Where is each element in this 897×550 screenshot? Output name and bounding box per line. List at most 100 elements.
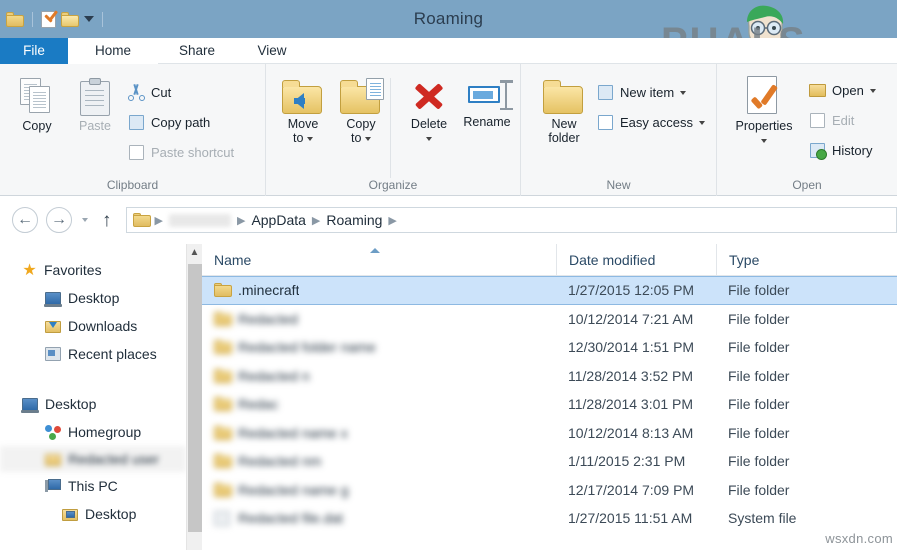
file-name-cell: Redacted nm — [202, 453, 556, 469]
folder-icon — [214, 340, 232, 355]
properties-icon[interactable] — [41, 9, 59, 28]
tab-view[interactable]: View — [236, 38, 308, 64]
table-row[interactable]: Redacted 10/12/2014 7:21 AM File folder — [202, 305, 897, 334]
history-button[interactable]: History — [809, 142, 872, 160]
folder-icon — [214, 283, 232, 298]
table-row[interactable]: Redac 11/28/2014 3:01 PM File folder — [202, 390, 897, 419]
delete-caret-icon[interactable] — [425, 136, 432, 141]
file-name-text: Redacted folder name — [238, 339, 376, 356]
new-folder-icon[interactable] — [61, 11, 79, 27]
breadcrumb-roaming[interactable]: Roaming — [326, 212, 382, 228]
breadcrumb-separator: ▶ — [388, 214, 397, 227]
open-caret-icon[interactable] — [869, 88, 876, 93]
tab-file[interactable]: File — [0, 38, 68, 64]
ribbon-group-open: Properties Open Edit History Open — [717, 64, 897, 196]
column-header-name[interactable]: Name — [202, 244, 556, 276]
sidebar-item-label: Redacted user — [68, 451, 160, 467]
table-row[interactable]: Redacted nm 1/11/2015 2:31 PM File folde… — [202, 447, 897, 476]
breadcrumb-appdata[interactable]: AppData — [251, 212, 305, 228]
properties-label: Properties — [736, 119, 792, 147]
new-folder-button[interactable]: New folder — [533, 78, 595, 145]
sidebar-item-desktop-root[interactable]: Desktop — [0, 390, 186, 418]
new-item-caret-icon[interactable] — [680, 90, 687, 95]
back-arrow-icon[interactable]: ← — [12, 207, 38, 233]
window-title: Roaming — [413, 9, 484, 28]
properties-button[interactable]: Properties — [727, 76, 801, 147]
tab-share[interactable]: Share — [158, 38, 236, 64]
sidebar-item-label: Recent places — [68, 346, 157, 362]
sidebar-item-homegroup[interactable]: Homegroup — [0, 418, 186, 446]
copy-button[interactable]: Copy — [6, 78, 68, 133]
breadcrumb-user-redacted[interactable] — [168, 213, 231, 227]
sidebar-item-desktop-pc[interactable]: Desktop — [0, 500, 186, 528]
ribbon-group-clipboard: Copy Paste Cut Copy path Paste shortcut … — [0, 64, 266, 196]
file-type-cell: File folder — [728, 481, 790, 498]
rename-icon — [466, 78, 512, 112]
history-icon — [809, 142, 827, 160]
copy-path-button[interactable]: Copy path — [128, 114, 210, 131]
paste-button[interactable]: Paste — [64, 78, 126, 133]
table-row[interactable]: Redacted n 11/28/2014 3:52 PM File folde… — [202, 362, 897, 391]
easy-access-label: Easy access — [620, 115, 693, 130]
edit-button[interactable]: Edit — [809, 112, 854, 129]
rename-button[interactable]: Rename — [454, 78, 520, 129]
sidebar-item-favorites[interactable]: ★ Favorites — [0, 256, 186, 284]
breadcrumb[interactable]: ▶ ▶ AppData ▶ Roaming ▶ — [125, 207, 897, 233]
table-row[interactable]: Redacted name g 12/17/2014 7:09 PM File … — [202, 476, 897, 505]
sidebar-item-this-pc[interactable]: This PC — [0, 472, 186, 500]
move-to-button[interactable]: Move to — [272, 78, 334, 145]
file-type-cell: File folder — [728, 310, 790, 327]
scrollbar-thumb[interactable] — [188, 264, 202, 532]
column-header-date-modified[interactable]: Date modified — [556, 243, 716, 276]
user-icon — [45, 452, 61, 466]
cut-button[interactable]: Cut — [128, 84, 171, 101]
copy-to-caret-icon[interactable] — [364, 136, 371, 141]
breadcrumb-separator: ▶ — [311, 214, 321, 227]
file-name-text: .minecraft — [238, 282, 300, 299]
new-item-button[interactable]: New item — [597, 84, 687, 101]
forward-arrow-icon[interactable]: → — [46, 207, 72, 233]
table-row[interactable]: Redacted folder name 12/30/2014 1:51 PM … — [202, 333, 897, 362]
tab-home[interactable]: Home — [68, 38, 158, 64]
monitor-icon — [21, 397, 39, 413]
column-header-type[interactable]: Type — [716, 243, 897, 276]
ribbon-group-organize: Move to Copy to Delete Rename Organize — [266, 64, 521, 196]
table-row[interactable]: .minecraft 1/27/2015 12:05 PM File folde… — [202, 276, 897, 305]
file-type-cell: File folder — [728, 339, 790, 356]
sidebar-item-label: Homegroup — [68, 424, 142, 440]
file-type-cell: File folder — [728, 453, 790, 470]
easy-access-button[interactable]: Easy access — [597, 114, 705, 131]
navigation-scrollbar[interactable]: ▲ — [186, 244, 202, 550]
sidebar-item-downloads[interactable]: Downloads — [0, 312, 186, 340]
open-button[interactable]: Open — [809, 82, 876, 99]
ribbon-group-new: New folder New item Easy access New — [521, 64, 717, 196]
up-arrow-icon[interactable]: ↑ — [102, 211, 112, 230]
table-row[interactable]: Redacted name x 10/12/2014 8:13 AM File … — [202, 419, 897, 448]
new-folder-icon — [543, 78, 585, 114]
properties-icon — [743, 76, 785, 116]
address-folder-icon — [132, 213, 151, 227]
paste-shortcut-button[interactable]: Paste shortcut — [128, 144, 234, 161]
qat-divider — [32, 11, 33, 27]
scroll-up-icon[interactable]: ▲ — [187, 244, 202, 261]
folder-icon — [214, 311, 232, 326]
new-item-icon — [597, 84, 614, 101]
customize-caret-icon[interactable] — [84, 16, 94, 22]
file-name-cell: Redacted name x — [202, 425, 556, 441]
sidebar-item-user-redacted[interactable]: Redacted user — [0, 446, 186, 472]
history-dropdown-icon[interactable] — [82, 218, 88, 222]
table-row[interactable]: Redacted file.dat 1/27/2015 11:51 AM Sys… — [202, 504, 897, 533]
new-item-label: New item — [620, 85, 675, 100]
delete-button[interactable]: Delete — [398, 78, 460, 145]
properties-caret-icon[interactable] — [760, 138, 767, 143]
sidebar-item-recent-places[interactable]: Recent places — [0, 340, 186, 368]
file-date-cell: 11/28/2014 3:01 PM — [568, 396, 694, 413]
delete-icon — [410, 78, 448, 114]
move-to-caret-icon[interactable] — [306, 136, 313, 141]
copy-to-button[interactable]: Copy to — [330, 78, 392, 145]
folder-icon — [214, 454, 232, 469]
sidebar-item-desktop-fav[interactable]: Desktop — [0, 284, 186, 312]
easy-access-caret-icon[interactable] — [698, 120, 705, 125]
folder-icon[interactable] — [6, 11, 24, 27]
